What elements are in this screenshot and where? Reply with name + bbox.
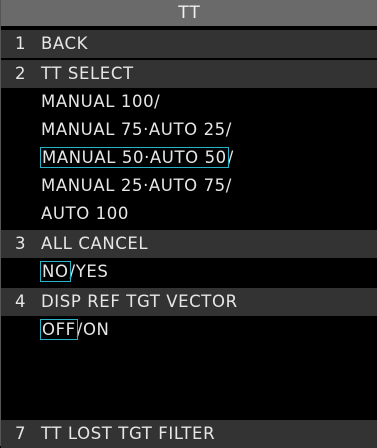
item-label: DISP REF TGT VECTOR [41, 292, 238, 311]
item-number: 4 [15, 292, 27, 311]
item-label: BACK [41, 34, 89, 53]
item-label: ALL CANCEL [41, 234, 149, 253]
all-cancel-options[interactable]: NO/YES [1, 258, 377, 286]
menu-title: TT [1, 0, 377, 26]
menu-item-back[interactable]: 1 BACK [1, 30, 377, 58]
option-auto-100[interactable]: AUTO 100 [1, 200, 377, 228]
item-label: TT SELECT [41, 64, 134, 83]
disp-ref-tgt-vector-options[interactable]: OFF/ON [1, 316, 377, 344]
option-manual-25-auto-75[interactable]: MANUAL 25·AUTO 75/ [1, 172, 377, 200]
selected-option-box: OFF [40, 319, 78, 340]
selected-option-box: NO [40, 261, 71, 282]
menu-item-tt-lost-tgt-filter[interactable]: 7 TT LOST TGT FILTER [1, 420, 377, 448]
menu-item-disp-ref-tgt-vector[interactable]: 4 DISP REF TGT VECTOR [1, 288, 377, 316]
item-number: 1 [15, 34, 27, 53]
selected-option-box: MANUAL 50·AUTO 50 [40, 147, 229, 168]
option-manual-100[interactable]: MANUAL 100/ [1, 88, 377, 116]
item-number: 7 [15, 424, 27, 443]
item-label: TT LOST TGT FILTER [41, 424, 216, 443]
menu-item-all-cancel[interactable]: 3 ALL CANCEL [1, 230, 377, 258]
item-number: 2 [15, 64, 27, 83]
option-manual-75-auto-25[interactable]: MANUAL 75·AUTO 25/ [1, 116, 377, 144]
tt-menu-panel: TT 1 BACK 2 TT SELECT MANUAL 100/ MANUAL… [0, 0, 377, 448]
option-manual-50-auto-50[interactable]: MANUAL 50·AUTO 50/ [1, 144, 377, 172]
item-number: 3 [15, 234, 27, 253]
menu-item-tt-select[interactable]: 2 TT SELECT [1, 60, 377, 88]
